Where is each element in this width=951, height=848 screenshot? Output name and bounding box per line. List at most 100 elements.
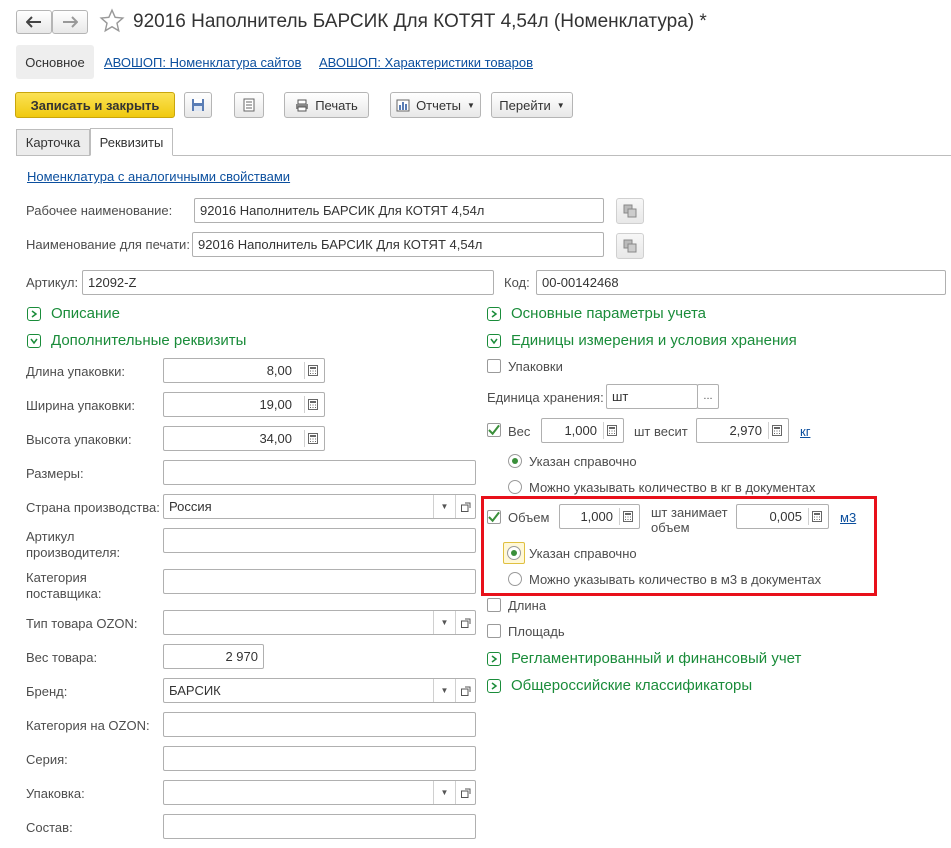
length-label: Длина упаковки: bbox=[26, 364, 125, 379]
ozon-category-input[interactable] bbox=[163, 712, 476, 737]
dropdown-arrow-icon[interactable]: ▼ bbox=[433, 495, 455, 518]
open-form-icon[interactable] bbox=[455, 781, 475, 804]
sizes-input[interactable] bbox=[163, 460, 476, 485]
storage-unit-input[interactable]: шт bbox=[606, 384, 698, 409]
section-regulated-label: Регламентированный и финансовый учет bbox=[511, 650, 802, 667]
copy-work-name-button[interactable] bbox=[616, 198, 644, 224]
brand-select[interactable]: БАРСИК ▼ bbox=[163, 678, 476, 703]
volume-value-input[interactable]: 0,005 bbox=[736, 504, 829, 529]
print-name-label: Наименование для печати: bbox=[26, 237, 190, 252]
article-label: Артикул: bbox=[26, 275, 79, 290]
weight-unit-label: Вес bbox=[508, 424, 531, 439]
width-label: Ширина упаковки: bbox=[26, 398, 135, 413]
open-form-icon[interactable] bbox=[455, 679, 475, 702]
calculator-icon[interactable] bbox=[768, 422, 785, 439]
volume-reference-radio[interactable] bbox=[507, 546, 521, 560]
reports-button[interactable]: Отчеты ▼ bbox=[390, 92, 481, 118]
goto-button[interactable]: Перейти ▼ bbox=[491, 92, 573, 118]
similar-items-link[interactable]: Номенклатура с аналогичными свойствами bbox=[27, 169, 290, 184]
code-label: Код: bbox=[504, 275, 530, 290]
packaging-select[interactable]: ▼ bbox=[163, 780, 476, 805]
volume-unit-link[interactable]: м3 bbox=[840, 510, 856, 525]
weight-value-input[interactable]: 2,970 bbox=[696, 418, 789, 443]
tab-card[interactable]: Карточка bbox=[16, 129, 90, 155]
weight-checkbox[interactable] bbox=[487, 423, 501, 437]
save-close-button[interactable]: Записать и закрыть bbox=[15, 92, 175, 118]
calculator-icon[interactable] bbox=[603, 422, 620, 439]
weight-in-docs-label: Можно указывать количество в кг в докуме… bbox=[529, 480, 816, 495]
area-checkbox[interactable] bbox=[487, 624, 501, 638]
collapse-chevron-icon bbox=[27, 333, 41, 348]
open-form-icon[interactable] bbox=[455, 495, 475, 518]
storage-unit-select-button[interactable]: ... bbox=[697, 384, 719, 409]
copy-icon bbox=[623, 204, 637, 218]
width-input[interactable]: 19,00 bbox=[163, 392, 325, 417]
dropdown-arrow-icon[interactable]: ▼ bbox=[433, 679, 455, 702]
section-units-label: Единицы измерения и условия хранения bbox=[511, 332, 797, 349]
volume-unit-label: Объем bbox=[508, 510, 550, 525]
print-name-input[interactable]: 92016 Наполнитель БАРСИК Для КОТЯТ 4,54л bbox=[192, 232, 604, 257]
open-form-icon[interactable] bbox=[455, 611, 475, 634]
series-input[interactable] bbox=[163, 746, 476, 771]
list-button[interactable] bbox=[234, 92, 264, 118]
volume-qty-input[interactable]: 1,000 bbox=[559, 504, 640, 529]
packages-checkbox[interactable] bbox=[487, 359, 501, 373]
calculator-icon[interactable] bbox=[304, 430, 321, 447]
composition-input[interactable] bbox=[163, 814, 476, 839]
nav-link-sites[interactable]: АВОШОП: Номенклатура сайтов bbox=[104, 55, 301, 70]
arrow-right-icon bbox=[63, 16, 78, 28]
calculator-icon[interactable] bbox=[808, 508, 825, 525]
nav-tab-main[interactable]: Основное bbox=[16, 45, 94, 79]
forward-button[interactable] bbox=[52, 10, 88, 34]
dropdown-arrow-icon[interactable]: ▼ bbox=[433, 781, 455, 804]
weight-in-docs-radio[interactable] bbox=[508, 480, 522, 494]
length-checkbox[interactable] bbox=[487, 598, 501, 612]
article-input[interactable]: 12092-Z bbox=[82, 270, 494, 295]
weight-qty-input[interactable]: 1,000 bbox=[541, 418, 624, 443]
width-value: 19,00 bbox=[259, 397, 292, 412]
section-description[interactable]: Описание bbox=[27, 305, 120, 322]
expand-chevron-icon bbox=[487, 651, 501, 666]
section-basic-params[interactable]: Основные параметры учета bbox=[487, 305, 706, 322]
save-button[interactable] bbox=[184, 92, 212, 118]
country-select[interactable]: Россия ▼ bbox=[163, 494, 476, 519]
height-input[interactable]: 34,00 bbox=[163, 426, 325, 451]
weight-unit-link[interactable]: кг bbox=[800, 424, 810, 439]
section-regulated[interactable]: Регламентированный и финансовый учет bbox=[487, 650, 801, 667]
section-units[interactable]: Единицы измерения и условия хранения bbox=[487, 332, 797, 349]
nav-link-characteristics[interactable]: АВОШОП: Характеристики товаров bbox=[319, 55, 533, 70]
calculator-icon[interactable] bbox=[304, 362, 321, 379]
ozon-type-select[interactable]: ▼ bbox=[163, 610, 476, 635]
weight-label: Вес товара: bbox=[26, 650, 98, 665]
composition-label: Состав: bbox=[26, 820, 73, 835]
volume-value-value: 0,005 bbox=[769, 509, 802, 524]
volume-checkbox[interactable] bbox=[487, 510, 501, 524]
weight-reference-radio[interactable] bbox=[508, 454, 522, 468]
work-name-label: Рабочее наименование: bbox=[26, 203, 173, 218]
code-input[interactable]: 00-00142468 bbox=[536, 270, 946, 295]
brand-label: Бренд: bbox=[26, 684, 68, 699]
dropdown-arrow-icon[interactable]: ▼ bbox=[433, 611, 455, 634]
volume-in-docs-radio[interactable] bbox=[508, 572, 522, 586]
volume-in-docs-label: Можно указывать количество в м3 в докуме… bbox=[529, 572, 822, 587]
checkmark-icon bbox=[488, 511, 500, 523]
length-input[interactable]: 8,00 bbox=[163, 358, 325, 383]
favorite-star-icon[interactable] bbox=[99, 8, 125, 37]
print-button[interactable]: Печать bbox=[284, 92, 369, 118]
mfr-article-input[interactable] bbox=[163, 528, 476, 553]
back-button[interactable] bbox=[16, 10, 52, 34]
tab-requisites[interactable]: Реквизиты bbox=[90, 128, 173, 156]
weight-input[interactable]: 2 970 bbox=[163, 644, 264, 669]
copy-print-name-button[interactable] bbox=[616, 233, 644, 259]
section-classifiers-label: Общероссийские классификаторы bbox=[511, 677, 753, 694]
section-additional[interactable]: Дополнительные реквизиты bbox=[27, 332, 246, 349]
mfr-article-label: Артикул производителя: bbox=[26, 529, 121, 560]
section-classifiers[interactable]: Общероссийские классификаторы bbox=[487, 677, 752, 694]
work-name-input[interactable]: 92016 Наполнитель БАРСИК Для КОТЯТ 4,54л bbox=[194, 198, 604, 223]
ozon-category-label: Категория на OZON: bbox=[26, 718, 150, 733]
calculator-icon[interactable] bbox=[619, 508, 636, 525]
reports-label: Отчеты bbox=[416, 97, 461, 113]
supplier-category-input[interactable] bbox=[163, 569, 476, 594]
calculator-icon[interactable] bbox=[304, 396, 321, 413]
area-unit-label: Площадь bbox=[508, 624, 565, 639]
